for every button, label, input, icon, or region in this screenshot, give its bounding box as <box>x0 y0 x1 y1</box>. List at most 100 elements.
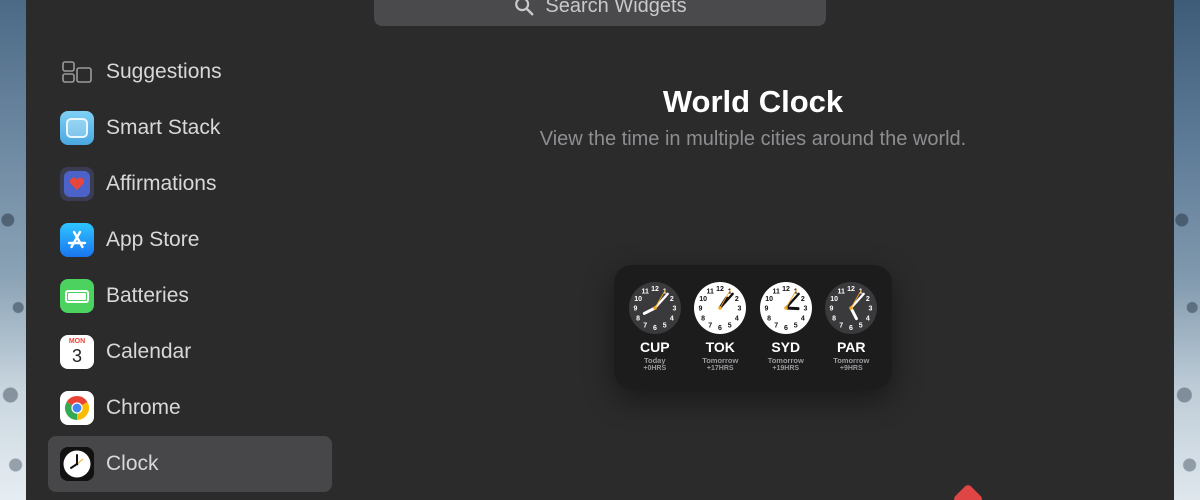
clock-numeral: 8 <box>636 315 640 322</box>
sidebar-item-label: Batteries <box>106 284 189 307</box>
city-code: CUP <box>639 339 670 355</box>
sidebar-item-label: Chrome <box>106 396 181 419</box>
city-code: TOK <box>705 339 735 355</box>
batteries-icon <box>60 279 94 313</box>
widget-gallery: Search Widgets Suggestions Smart Stack A… <box>26 0 1174 500</box>
city-offset: +0HRS <box>643 365 667 372</box>
clock-center <box>652 306 657 310</box>
clock-numeral: 9 <box>699 306 703 313</box>
widget-sidebar: Suggestions Smart Stack Affirmations App… <box>48 44 332 492</box>
clock-numeral: 3 <box>869 306 873 313</box>
world-clock-widget[interactable]: 1 2 3 4 5 6 7 8 9 10 11 12 CUP Today +0HRS 12345678… <box>614 265 892 389</box>
sidebar-item-label: Calendar <box>106 340 192 363</box>
clock-numeral: 7 <box>840 322 844 329</box>
sidebar-item-label: Clock <box>106 452 159 475</box>
city-clock: 1 2 3 4 5 6 7 8 9 10 11 12 SYD Tomorrow +19HRS <box>756 281 816 389</box>
clock-numeral: 4 <box>801 315 805 322</box>
clock-numeral: 3 <box>738 306 742 313</box>
app-store-icon <box>60 223 94 257</box>
city-code: PAR <box>836 339 866 355</box>
clock-numeral: 12 <box>651 286 659 293</box>
clock-numeral: 7 <box>709 322 713 329</box>
clock-numeral: 4 <box>866 315 870 322</box>
sidebar-item-calendar[interactable]: MON 3 Calendar <box>48 324 332 380</box>
clock-numeral: 12 <box>847 286 855 293</box>
clock-numeral: 3 <box>672 306 676 313</box>
clock-numeral: 6 <box>653 325 657 332</box>
clock-center <box>718 306 723 310</box>
clock-numeral: 9 <box>830 306 834 313</box>
city-clock: 1 2 3 4 5 6 7 8 9 10 11 12 PAR Tomorrow +9HRS <box>821 281 881 389</box>
city-offset: +17HRS <box>706 365 734 372</box>
clock-numeral: 5 <box>663 322 667 329</box>
city-clock: 1 2 3 4 5 6 7 8 9 10 11 12 CUP Today +0HRS <box>625 281 685 389</box>
sidebar-item-clock[interactable]: Clock <box>48 436 332 492</box>
analog-clock-icon: 1234567891011 12 <box>628 282 681 334</box>
clock-numeral: 8 <box>701 315 705 322</box>
sidebar-item-label: Affirmations <box>106 172 217 195</box>
sidebar-item-batteries[interactable]: Batteries <box>48 268 332 324</box>
clock-numeral: 2 <box>735 296 739 303</box>
clock-numeral: 8 <box>832 315 836 322</box>
city-day: Tomorrow <box>767 356 804 365</box>
sidebar-item-label: Suggestions <box>106 60 222 83</box>
clock-numeral: 10 <box>699 296 707 303</box>
affirmations-icon <box>60 167 94 201</box>
clock-numeral: 10 <box>765 296 773 303</box>
clock-numeral: 6 <box>718 325 722 332</box>
clock-icon <box>60 447 94 481</box>
clock-numeral: 2 <box>866 296 870 303</box>
analog-clock-icon: 1234567891011 12 <box>759 282 812 334</box>
widget-title: World Clock <box>662 84 844 119</box>
clock-numeral: 4 <box>735 315 739 322</box>
clock-numeral: 7 <box>643 322 647 329</box>
sidebar-item-label: App Store <box>106 228 200 251</box>
city-day: Tomorrow <box>833 356 870 365</box>
chrome-icon <box>60 391 94 425</box>
clock-numeral: 11 <box>641 289 649 296</box>
analog-clock-icon: 1234567891011 12 <box>694 282 747 334</box>
clock-numeral: 10 <box>634 296 642 303</box>
clock-numeral: 7 <box>774 322 778 329</box>
city-day: Today <box>643 356 666 365</box>
city-day: Tomorrow <box>702 356 739 365</box>
sidebar-item-chrome[interactable]: Chrome <box>48 380 332 436</box>
city-offset: +9HRS <box>839 365 863 372</box>
clock-numeral: 9 <box>633 306 637 313</box>
calendar-day: 3 <box>71 346 82 366</box>
cursor-pointer <box>952 483 984 500</box>
clock-numeral: 3 <box>803 306 807 313</box>
clock-numeral: 12 <box>782 286 790 293</box>
calendar-month: MON <box>68 338 86 345</box>
clock-numeral: 4 <box>670 315 674 322</box>
city-offset: +19HRS <box>772 365 800 372</box>
suggestions-icon <box>60 55 94 89</box>
clock-numeral: 5 <box>859 322 863 329</box>
desktop-wallpaper-right <box>1174 0 1200 500</box>
city-clock: 1 2 3 4 5 6 7 8 9 10 11 12 TOK Tomorrow +17HRS <box>690 281 750 389</box>
clock-numeral: 5 <box>794 322 798 329</box>
clock-numeral: 8 <box>767 315 771 322</box>
widget-description: View the time in multiple cities around … <box>539 128 967 150</box>
sidebar-item-label: Smart Stack <box>106 116 221 139</box>
clock-numeral: 11 <box>772 289 780 296</box>
clock-center <box>783 306 788 310</box>
sidebar-item-suggestions[interactable]: Suggestions <box>48 44 332 100</box>
sidebar-item-affirmations[interactable]: Affirmations <box>48 156 332 212</box>
clock-numeral: 6 <box>849 325 853 332</box>
search-placeholder: Search Widgets <box>545 0 687 17</box>
search-icon <box>515 0 534 16</box>
city-code: SYD <box>771 339 801 355</box>
clock-numeral: 2 <box>801 296 805 303</box>
clock-numeral: 11 <box>838 289 846 296</box>
sidebar-item-app-store[interactable]: App Store <box>48 212 332 268</box>
smart-stack-icon <box>60 111 94 145</box>
clock-numeral: 10 <box>830 296 838 303</box>
analog-clock-icon: 1234567891011 12 <box>825 282 878 334</box>
clock-numeral: 2 <box>670 296 674 303</box>
calendar-icon: MON 3 <box>60 335 94 369</box>
clock-numeral: 6 <box>784 325 788 332</box>
sidebar-item-smart-stack[interactable]: Smart Stack <box>48 100 332 156</box>
search-widgets-field[interactable]: Search Widgets <box>374 0 826 26</box>
desktop-wallpaper-left <box>0 0 26 500</box>
